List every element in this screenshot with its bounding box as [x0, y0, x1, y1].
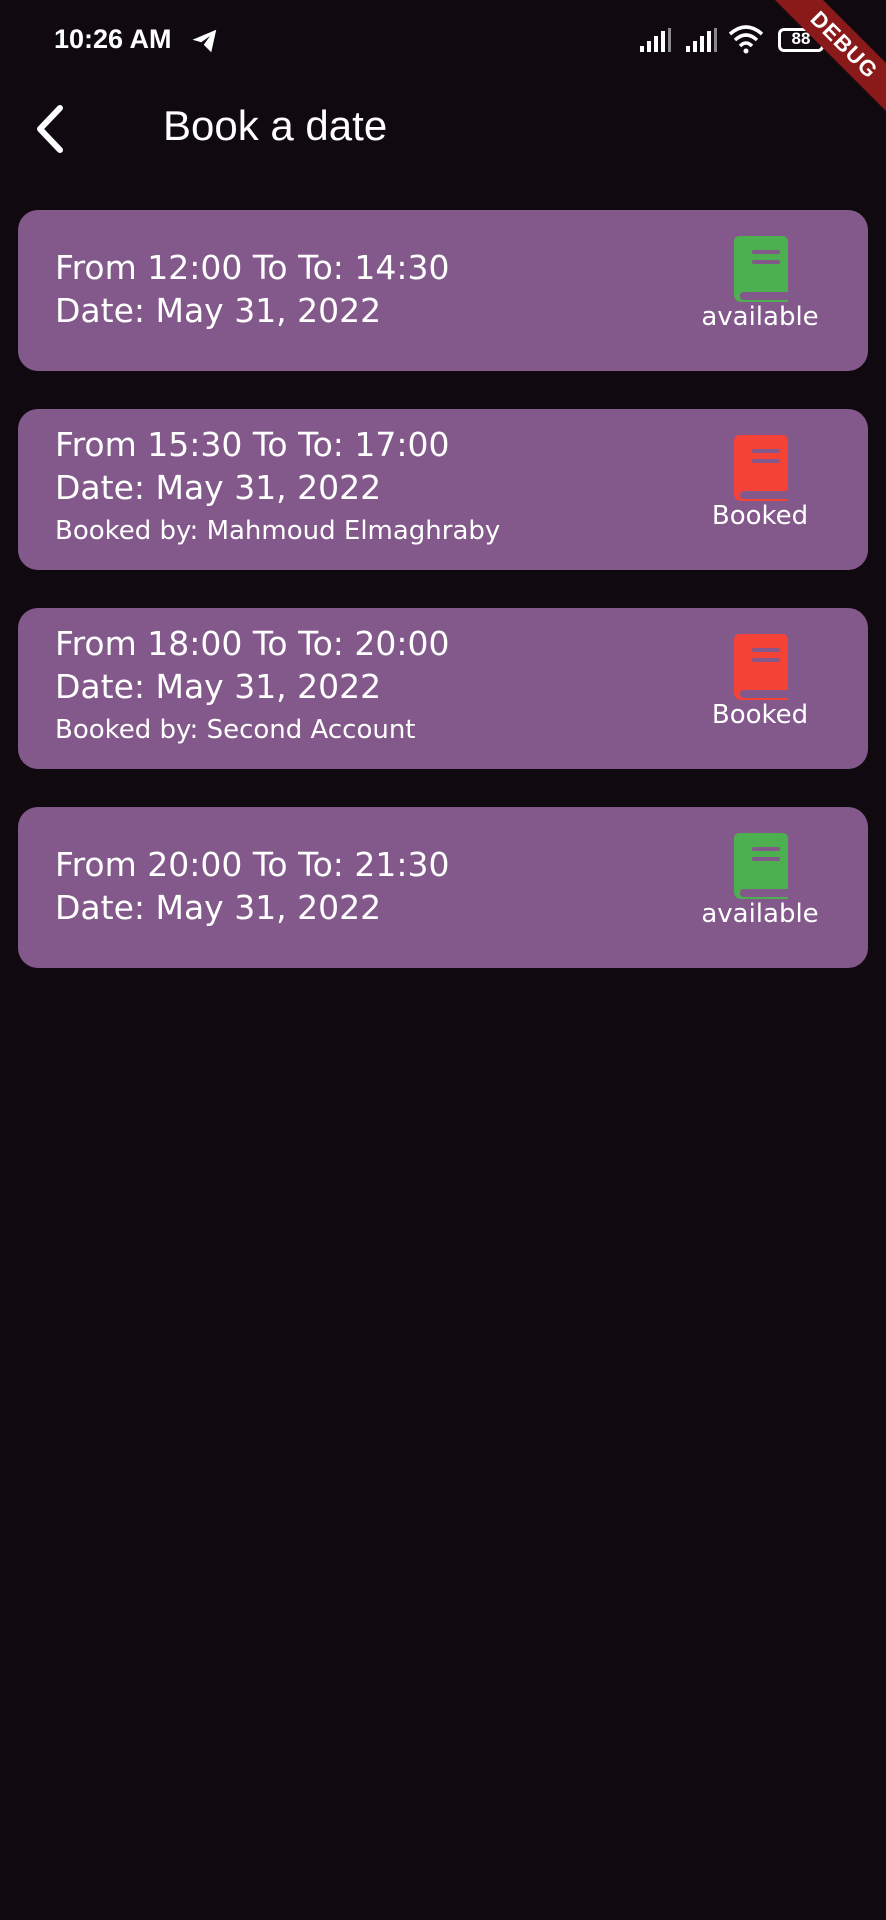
slot-time: From 20:00 To To: 21:30 [55, 845, 450, 884]
slot-card[interactable]: From 20:00 To To: 21:30 Date: May 31, 20… [18, 807, 868, 968]
slot-date: Date: May 31, 2022 [55, 667, 382, 706]
slot-time: From 18:00 To To: 20:00 [55, 624, 450, 663]
slot-card[interactable]: From 15:30 To To: 17:00 Date: May 31, 20… [18, 409, 868, 570]
telegram-icon [192, 29, 217, 53]
status-time: 10:26 AM [54, 24, 172, 54]
status-bar: 10:26 AM 88 [0, 0, 886, 82]
slot-status: Booked [690, 433, 830, 531]
book-icon [734, 435, 788, 501]
signal-icon [686, 28, 717, 52]
book-icon [734, 236, 788, 302]
back-arrow-icon[interactable] [26, 98, 78, 160]
status-label: available [701, 899, 819, 929]
status-label: Booked [711, 700, 809, 730]
signal-icon [640, 28, 671, 52]
slot-status: Booked [690, 632, 830, 730]
slot-booked-by: Booked by: Mahmoud Elmaghraby [55, 516, 501, 546]
slot-time: From 15:30 To To: 17:00 [55, 425, 450, 464]
page-title: Book a date [163, 102, 388, 149]
book-icon [734, 634, 788, 700]
slot-card[interactable]: From 12:00 To To: 14:30 Date: May 31, 20… [18, 210, 868, 371]
slot-list: From 12:00 To To: 14:30 Date: May 31, 20… [18, 210, 868, 1006]
slot-date: Date: May 31, 2022 [55, 888, 382, 927]
slot-card[interactable]: From 18:00 To To: 20:00 Date: May 31, 20… [18, 608, 868, 769]
slot-booked-by: Booked by: Second Account [55, 715, 416, 745]
wifi-icon [728, 25, 764, 54]
slot-date: Date: May 31, 2022 [55, 468, 382, 507]
slot-time: From 12:00 To To: 14:30 [55, 248, 450, 287]
status-label: available [701, 302, 819, 332]
slot-date: Date: May 31, 2022 [55, 291, 382, 330]
slot-status: available [690, 234, 830, 332]
status-label: Booked [711, 501, 809, 531]
book-icon [734, 833, 788, 899]
slot-status: available [690, 831, 830, 929]
